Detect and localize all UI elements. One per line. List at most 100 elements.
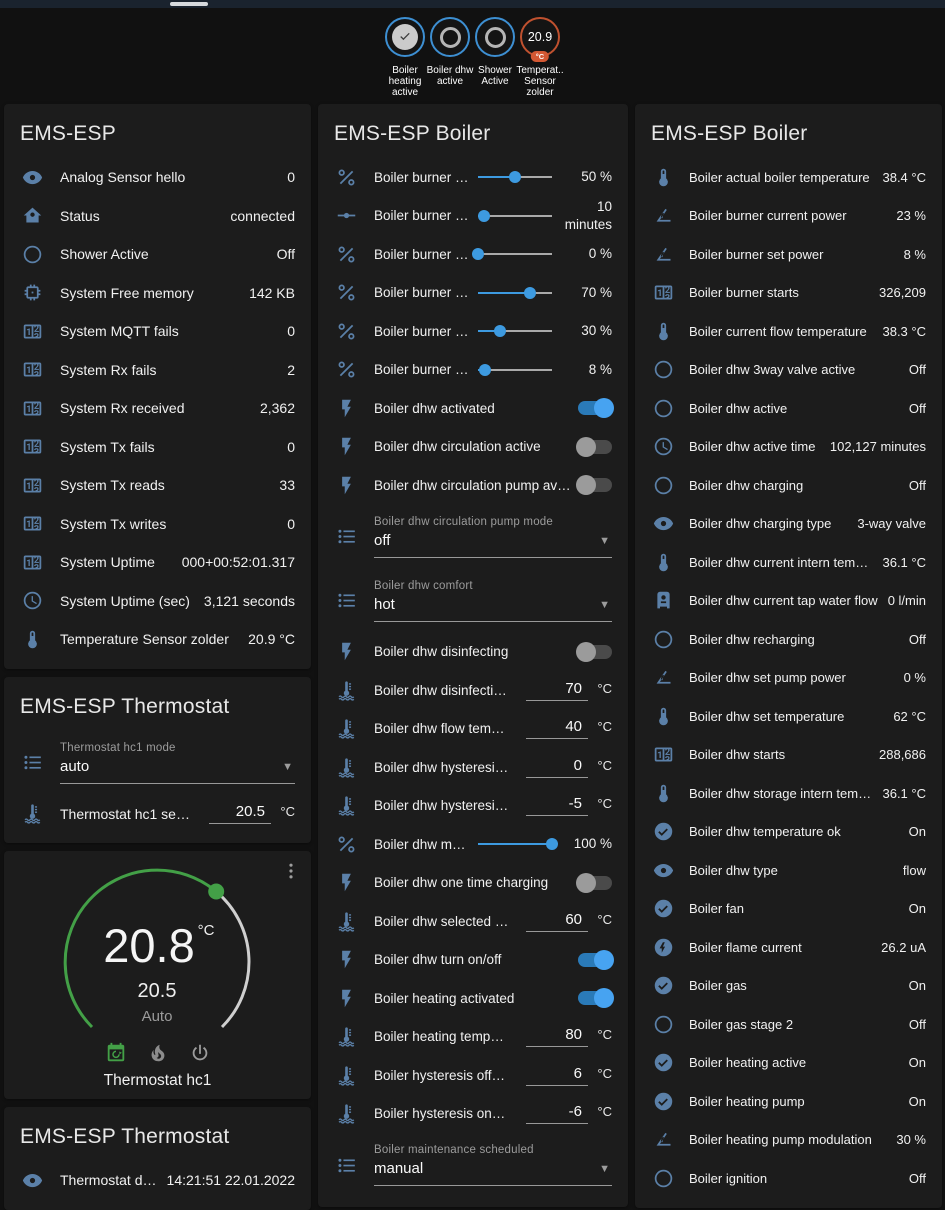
entity-row[interactable]: Boiler dhw comforthot▼ [334,569,612,633]
slider[interactable] [478,834,552,854]
entity-row[interactable]: Boiler dhw temperature okOn [651,813,926,852]
badge[interactable]: 20.9°CTemperat.. Sensor zolder [518,17,563,98]
entity-row[interactable]: Boiler ignitionOff [651,1159,926,1198]
slider[interactable] [478,321,552,341]
entity-row[interactable]: Boiler current flow temperature38.3 °C [651,312,926,351]
toggle-switch[interactable] [578,876,612,890]
entity-row[interactable]: System Rx received2,362 [20,389,295,428]
slider[interactable] [478,167,552,187]
mode-off-power-icon[interactable] [189,1042,211,1064]
entity-row[interactable]: Temperature Sensor zolder20.9 °C [20,620,295,659]
scroll-indicator[interactable] [170,2,208,6]
entity-row[interactable]: Thermostat hc1 se…20.5°C [20,795,295,834]
entity-row[interactable]: Boiler dhw storage intern temperature36.… [651,774,926,813]
slider[interactable] [478,283,552,303]
entity-row[interactable]: Boiler dhw set temperature62 °C [651,697,926,736]
entity-row[interactable]: Boiler flame current26.2 uA [651,928,926,967]
entity-row[interactable]: System MQTT fails0 [20,312,295,351]
badge-circle[interactable]: 20.9°C [520,17,560,57]
entity-row[interactable]: Boiler hysteresis on…-6°C [334,1095,612,1134]
entity-row[interactable]: Boiler heating activeOn [651,1044,926,1083]
entity-row[interactable]: Boiler gasOn [651,967,926,1006]
entity-row[interactable]: Boiler dhw max power100 % [334,825,612,864]
thermostat-dial[interactable]: 20.8 °C 20.5 Auto [4,851,311,1066]
entity-row[interactable]: Boiler dhw disinfecti…70°C [334,671,612,710]
entity-row[interactable]: Shower ActiveOff [20,235,295,274]
entity-row[interactable]: Boiler heating pumpOn [651,1082,926,1121]
number-field[interactable]: 60°C [526,911,612,932]
number-field[interactable]: 0°C [526,757,612,778]
toggle-switch[interactable] [578,645,612,659]
number-field[interactable]: 6°C [526,1065,612,1086]
entity-row[interactable]: System Tx writes0 [20,505,295,544]
entity-row[interactable]: Boiler dhw hysteresi…-5°C [334,787,612,826]
entity-row[interactable]: Boiler dhw circulation pump modeoff▼ [334,505,612,569]
badge-circle[interactable] [475,17,515,57]
slider[interactable] [478,206,552,226]
entity-row[interactable]: Boiler burner starts326,209 [651,274,926,313]
entity-row[interactable]: System Free memory142 KB [20,274,295,313]
badge-circle[interactable] [430,17,470,57]
slider[interactable] [478,360,552,380]
slider[interactable] [478,244,552,264]
toggle-switch[interactable] [578,440,612,454]
number-field[interactable]: 70°C [526,680,612,701]
entity-row[interactable]: Boiler gas stage 2Off [651,1005,926,1044]
mode-auto-calendar-sync-icon[interactable] [105,1042,127,1064]
entity-row[interactable]: Boiler dhw starts288,686 [651,736,926,775]
entity-row[interactable]: Thermostat hc1 modeauto▼ [20,731,295,795]
entity-row[interactable]: Boiler dhw active time102,127 minutes [651,428,926,467]
toggle-switch[interactable] [578,991,612,1005]
entity-row[interactable]: Boiler burner max po…50 % [334,158,612,197]
entity-row[interactable]: Statusconnected [20,197,295,236]
badge-circle[interactable] [385,17,425,57]
select-field[interactable]: Boiler dhw circulation pump modeoff▼ [374,516,612,558]
entity-row[interactable]: System Tx fails0 [20,428,295,467]
entity-row[interactable]: Boiler dhw chargingOff [651,466,926,505]
entity-row[interactable]: Boiler hysteresis off…6°C [334,1056,612,1095]
toggle-switch[interactable] [578,478,612,492]
entity-row[interactable]: Boiler heating pump modulation30 % [651,1121,926,1160]
entity-row[interactable]: Boiler dhw selected …60°C [334,902,612,941]
entity-row[interactable]: Boiler dhw flow tem…40°C [334,710,612,749]
toggle-switch[interactable] [578,953,612,967]
entity-row[interactable]: Boiler burner current power23 % [651,197,926,236]
entity-row[interactable]: Boiler burner pump …70 % [334,274,612,313]
entity-row[interactable]: System Rx fails2 [20,351,295,390]
number-field[interactable]: 20.5°C [209,803,295,824]
mode-heat-fire-icon[interactable] [147,1042,169,1064]
entity-row[interactable]: System Uptime (sec)3,121 seconds [20,582,295,621]
entity-row[interactable]: System Uptime000+00:52:01.317 [20,543,295,582]
entity-row[interactable]: Boiler dhw one time charging [334,864,612,903]
number-field[interactable]: 80°C [526,1026,612,1047]
entity-row[interactable]: Boiler dhw typeflow [651,851,926,890]
entity-row[interactable]: Boiler heating temp…80°C [334,1018,612,1057]
dial-handle[interactable] [208,884,224,900]
number-field[interactable]: -5°C [526,795,612,816]
select-field[interactable]: Boiler dhw comforthot▼ [374,580,612,622]
number-field[interactable]: 40°C [526,718,612,739]
entity-row[interactable]: Boiler dhw hysteresi…0°C [334,748,612,787]
entity-row[interactable]: Boiler dhw activeOff [651,389,926,428]
entity-row[interactable]: System Tx reads33 [20,466,295,505]
entity-row[interactable]: Boiler dhw set pump power0 % [651,659,926,698]
entity-row[interactable]: Boiler burner set power8 % [651,235,926,274]
entity-row[interactable]: Boiler dhw charging type3-way valve [651,505,926,544]
entity-row[interactable]: Thermostat date/time14:21:51 22.01.2022 [20,1161,295,1200]
entity-row[interactable]: Boiler burner pump …30 % [334,312,612,351]
entity-row[interactable]: Boiler dhw rechargingOff [651,620,926,659]
entity-row[interactable]: Boiler actual boiler temperature38.4 °C [651,158,926,197]
entity-row[interactable]: Boiler burner min po…0 % [334,235,612,274]
entity-row[interactable]: Analog Sensor hello0 [20,158,295,197]
toggle-switch[interactable] [578,401,612,415]
select-field[interactable]: Thermostat hc1 modeauto▼ [60,742,295,784]
entity-row[interactable]: Boiler dhw current tap water flow0 l/min [651,582,926,621]
entity-row[interactable]: Boiler heating activated [334,979,612,1018]
entity-row[interactable]: Boiler fanOn [651,890,926,929]
select-field[interactable]: Boiler maintenance scheduledmanual▼ [374,1144,612,1186]
entity-row[interactable]: Boiler dhw circulation pump available [334,466,612,505]
number-field[interactable]: -6°C [526,1103,612,1124]
entity-row[interactable]: Boiler dhw turn on/off [334,941,612,980]
entity-row[interactable]: Boiler dhw activated [334,389,612,428]
entity-row[interactable]: Boiler dhw current intern temperature36.… [651,543,926,582]
